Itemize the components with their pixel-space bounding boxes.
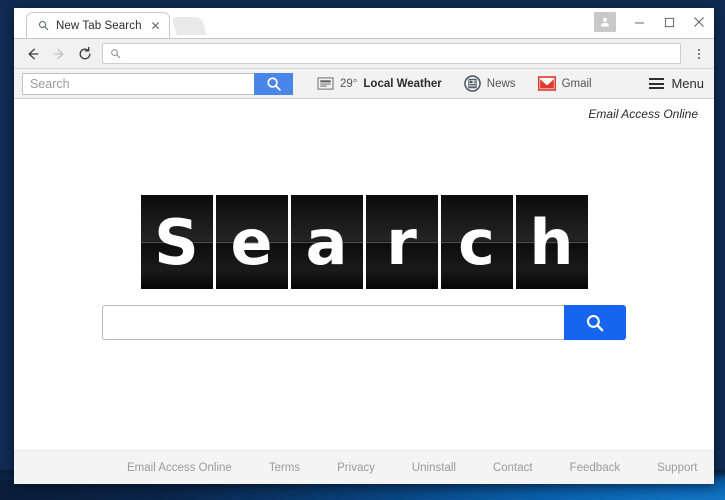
- new-tab-button[interactable]: [170, 17, 207, 35]
- footer-link-terms[interactable]: Terms: [269, 462, 300, 474]
- logo-tile: e: [215, 195, 288, 289]
- hamburger-icon: [649, 78, 665, 89]
- logo-letter: c: [458, 206, 495, 279]
- minimize-button[interactable]: [624, 10, 654, 34]
- toolbar-link-weather[interactable]: 29° Local Weather: [317, 76, 442, 91]
- logo-letter: e: [230, 206, 273, 279]
- back-icon[interactable]: [24, 45, 41, 62]
- maximize-button[interactable]: [654, 10, 684, 34]
- weather-temp: 29°: [340, 77, 358, 90]
- hero-section: S e a r c h: [14, 121, 714, 450]
- logo-letter: r: [386, 206, 417, 279]
- navigation-bar: [14, 38, 714, 68]
- weather-icon: [317, 76, 334, 91]
- search-icon: [110, 48, 121, 59]
- logo-letter: h: [529, 206, 574, 279]
- page-content: Email Access Online S e a r c h Email Ac…: [14, 99, 714, 484]
- logo-letter: S: [154, 206, 199, 279]
- footer-link-support[interactable]: Support: [657, 462, 697, 474]
- logo-tile: r: [365, 195, 438, 289]
- profile-icon[interactable]: [594, 12, 616, 32]
- tab-strip: New Tab Search ✕: [14, 8, 714, 38]
- footer-link-privacy[interactable]: Privacy: [337, 462, 375, 474]
- browser-window: New Tab Search ✕ Search 29° Local Weathe…: [14, 8, 714, 484]
- browser-menu-icon[interactable]: [690, 44, 708, 64]
- close-button[interactable]: [684, 10, 714, 34]
- main-search-button[interactable]: [564, 305, 626, 340]
- email-access-online-link[interactable]: Email Access Online: [588, 107, 698, 121]
- toolbar-menu-label: Menu: [671, 76, 704, 91]
- close-icon[interactable]: ✕: [149, 19, 163, 33]
- page-top-link: Email Access Online: [14, 99, 714, 121]
- news-icon: [463, 75, 481, 92]
- address-input[interactable]: [127, 47, 673, 60]
- extension-toolbar: 29° Local Weather: [14, 68, 714, 99]
- logo-tile: h: [515, 195, 588, 289]
- search-icon: [37, 20, 49, 32]
- desktop-background: New Tab Search ✕ Search 29° Local Weathe…: [0, 0, 725, 500]
- footer-link-email-access-online[interactable]: Email Access Online: [127, 462, 232, 474]
- reload-icon[interactable]: [76, 45, 93, 62]
- search-logo: S e a r c h: [140, 195, 588, 289]
- forward-icon: [50, 45, 67, 62]
- toolbar-menu-button[interactable]: Menu: [649, 76, 704, 91]
- footer-link-feedback[interactable]: Feedback: [570, 462, 621, 474]
- browser-tab[interactable]: New Tab Search ✕: [26, 12, 170, 38]
- tab-title: New Tab Search: [56, 19, 142, 32]
- address-bar[interactable]: [102, 43, 681, 64]
- window-controls: [594, 8, 714, 36]
- gmail-icon: [537, 76, 556, 91]
- toolbar-search-button[interactable]: [254, 72, 293, 95]
- logo-tile: S: [140, 195, 213, 289]
- weather-label: Local Weather: [363, 77, 442, 90]
- page-footer: Email Access Online Terms Privacy Uninst…: [14, 450, 714, 484]
- news-label: News: [486, 77, 516, 90]
- gmail-label: Gmail: [561, 77, 592, 90]
- main-search: [102, 305, 626, 340]
- footer-link-uninstall[interactable]: Uninstall: [412, 462, 456, 474]
- main-search-input[interactable]: [102, 305, 564, 340]
- toolbar-search: [22, 72, 293, 95]
- toolbar-search-input[interactable]: [22, 72, 254, 95]
- logo-tile: a: [290, 195, 363, 289]
- search-icon: [585, 313, 605, 333]
- footer-link-contact[interactable]: Contact: [493, 462, 533, 474]
- toolbar-link-news[interactable]: News: [463, 75, 516, 92]
- logo-tile: c: [440, 195, 513, 289]
- search-icon: [266, 76, 282, 92]
- toolbar-links: 29° Local Weather News Gmail: [317, 75, 592, 92]
- toolbar-link-gmail[interactable]: Gmail: [537, 76, 592, 91]
- logo-letter: a: [305, 206, 348, 279]
